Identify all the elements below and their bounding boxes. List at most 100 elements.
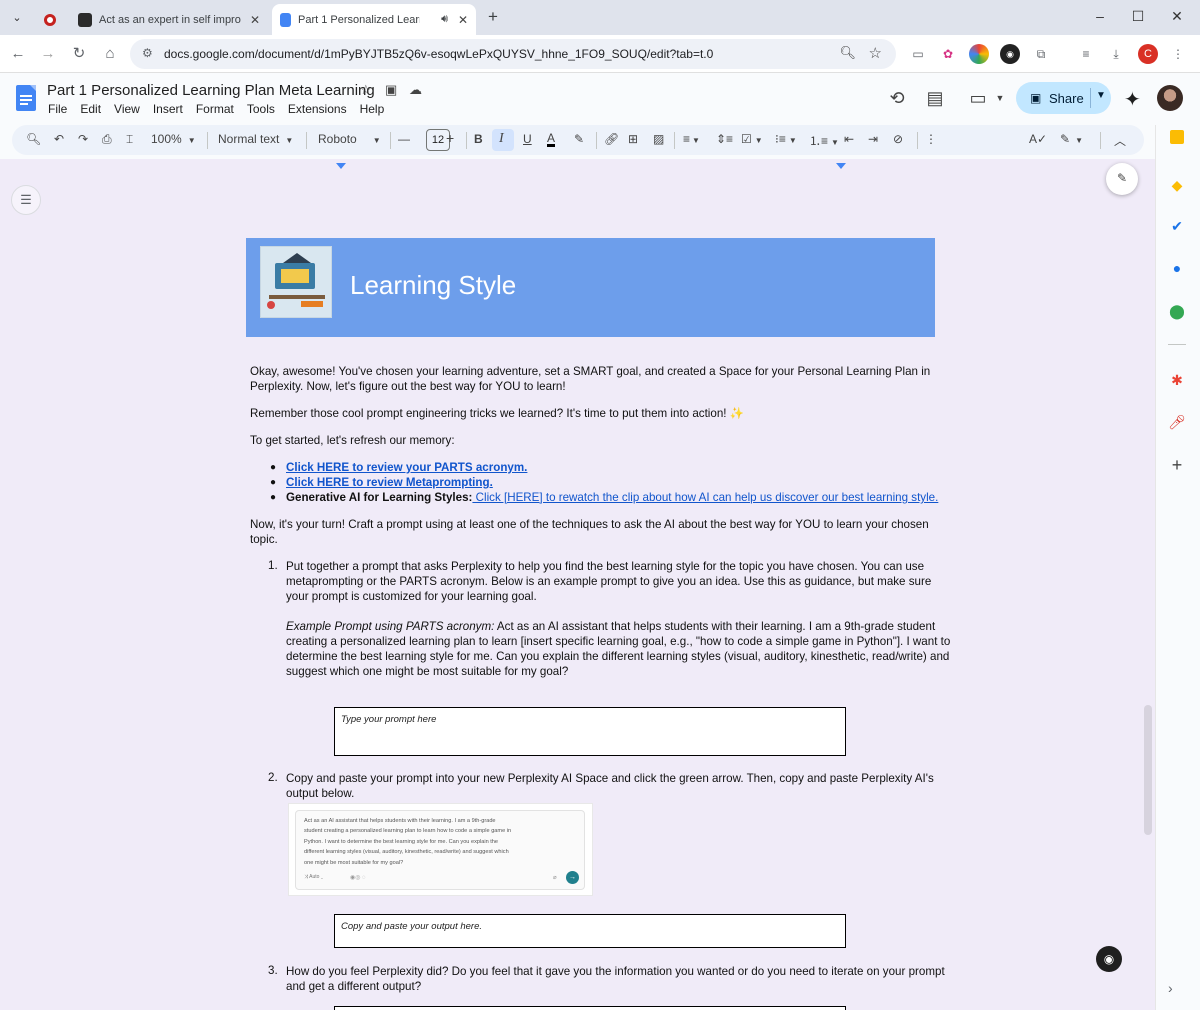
star-icon[interactable]: ☆ [360, 82, 372, 98]
metaprompting-link[interactable]: Click HERE to review Metaprompting. [286, 476, 493, 489]
bulleted-list-icon[interactable]: ⁝≡ ▼ [775, 132, 797, 146]
output-answer-box[interactable]: Copy and paste your output here. [334, 914, 846, 948]
tasks-icon[interactable]: ✔ [1167, 216, 1187, 236]
text-color-button[interactable]: A [547, 132, 556, 147]
underline-button[interactable]: U [523, 132, 532, 146]
menu-help[interactable]: Help [360, 102, 385, 116]
search-menus-icon[interactable]: 🔍︎ [26, 132, 41, 146]
parts-acronym-link[interactable]: Click HERE to review your PARTS acronym. [286, 461, 527, 474]
spellcheck-icon[interactable]: A✓ [1029, 132, 1047, 146]
close-window-icon[interactable]: ✕ [1167, 8, 1187, 25]
document-title[interactable]: Part 1 Personalized Learning Plan Meta L… [47, 82, 375, 99]
comments-icon[interactable]: ▤ [923, 88, 947, 109]
increase-font-size-icon[interactable]: + [446, 130, 454, 146]
font-select[interactable]: Roboto ▼ [318, 132, 381, 146]
menu-file[interactable]: File [48, 102, 67, 116]
extension-flower-icon[interactable]: ✿ [938, 44, 958, 64]
prompt-answer-box[interactable]: Type your prompt here [334, 707, 846, 756]
learning-style-clip-link[interactable]: Click [HERE] to rewatch the clip about h… [472, 491, 939, 504]
profile-avatar[interactable]: C [1138, 44, 1158, 64]
extension-cast-icon[interactable]: ▭ [908, 44, 928, 64]
asterisk-addon-icon[interactable]: ✱ [1167, 370, 1187, 390]
decrease-font-size-icon[interactable]: — [398, 132, 410, 146]
tab-pinned-record[interactable] [36, 4, 62, 35]
left-indent-marker-icon[interactable] [336, 163, 346, 169]
zoom-select[interactable]: 100% ▼ [151, 132, 196, 146]
italic-button[interactable]: I [499, 131, 504, 147]
add-comment-fab-icon[interactable]: ✎ [1106, 163, 1138, 195]
undo-icon[interactable]: ↶ [54, 132, 64, 146]
menu-format[interactable]: Format [196, 102, 234, 116]
extension-record-icon[interactable]: ◉ [1000, 44, 1020, 64]
docs-logo-icon[interactable] [16, 85, 36, 111]
tab-search-chevron-icon[interactable]: ⌄ [6, 6, 28, 28]
bookmark-star-icon[interactable]: ☆ [869, 44, 882, 62]
line-spacing-icon[interactable]: ⇕≡ [716, 132, 733, 146]
menu-edit[interactable]: Edit [80, 102, 101, 116]
add-addon-icon[interactable]: + [1167, 455, 1187, 475]
extension-color-icon[interactable] [969, 44, 989, 64]
tab-close-icon[interactable]: ✕ [458, 13, 468, 27]
move-folder-icon[interactable]: ▣ [385, 82, 397, 98]
tab-close-icon[interactable]: ✕ [250, 13, 260, 27]
numbered-list-icon[interactable]: ⒈≡ ▼ [809, 132, 839, 149]
chrome-menu-icon[interactable]: ⋮ [1168, 44, 1188, 64]
paint-format-icon[interactable]: ⌶ [126, 132, 133, 147]
zoom-icon[interactable]: 🔍︎ [839, 45, 856, 61]
menu-view[interactable]: View [114, 102, 140, 116]
reflection-answer-box[interactable] [334, 1006, 846, 1010]
insert-link-icon[interactable]: 🔗︎ [604, 132, 619, 146]
assistant-fab-icon[interactable]: ◉ [1096, 946, 1122, 972]
align-icon[interactable]: ≡ ▼ [683, 132, 700, 146]
share-button[interactable]: ▣ Share ▼ [1016, 82, 1111, 114]
back-icon[interactable]: ← [7, 43, 29, 65]
calendar-icon[interactable] [1170, 130, 1184, 144]
redo-icon[interactable]: ↷ [78, 132, 88, 146]
bold-button[interactable]: B [474, 132, 483, 146]
menu-extensions[interactable]: Extensions [288, 102, 347, 116]
tab-act-as-expert[interactable]: Act as an expert in self improve ✕ [70, 4, 268, 35]
menu-tools[interactable]: Tools [247, 102, 275, 116]
right-indent-marker-icon[interactable] [836, 163, 846, 169]
document-outline-icon[interactable]: ☰ [11, 185, 41, 215]
increase-indent-icon[interactable]: ⇥ [868, 132, 878, 146]
audio-playing-icon[interactable]: 🔊︎ [441, 13, 448, 26]
user-avatar[interactable] [1157, 85, 1183, 111]
highlight-pen-icon[interactable]: ✎ [574, 132, 584, 146]
media-queue-icon[interactable]: ≡ [1076, 44, 1096, 64]
chevron-down-icon[interactable]: ▼ [988, 93, 1012, 103]
vertical-scrollbar[interactable] [1144, 705, 1152, 835]
cloud-saved-icon[interactable]: ☁ [409, 82, 422, 98]
maps-icon[interactable]: ⬤ [1167, 301, 1187, 321]
maximize-icon[interactable]: ☐ [1128, 8, 1148, 25]
decrease-indent-icon[interactable]: ⇤ [844, 132, 854, 146]
add-comment-icon[interactable]: ⊞ [628, 132, 638, 146]
download-icon[interactable]: ⤓ [1106, 44, 1126, 64]
home-icon[interactable]: ⌂ [99, 43, 121, 65]
extensions-puzzle-icon[interactable]: ⧉ [1031, 44, 1051, 64]
checklist-icon[interactable]: ☑ ▼ [741, 132, 763, 146]
hide-menus-chevron-up-icon[interactable]: ︿ [1114, 132, 1126, 149]
minimize-icon[interactable]: – [1090, 8, 1110, 24]
new-tab-button[interactable]: + [482, 6, 504, 28]
meet-icon[interactable]: ▭ [966, 88, 990, 109]
reload-icon[interactable]: ↻ [68, 43, 90, 65]
editing-mode-icon[interactable]: ✎ ▼ [1060, 132, 1083, 146]
tab-part1-doc[interactable]: Part 1 Personalized Learning 🔊︎ ✕ [272, 4, 476, 35]
more-options-icon[interactable]: ⋮ [925, 132, 937, 146]
keep-icon[interactable]: ◆ [1167, 175, 1187, 195]
version-history-icon[interactable]: ⟲ [885, 88, 909, 109]
gemini-sparkle-icon[interactable]: ✦ [1124, 87, 1141, 112]
insert-image-icon[interactable]: ▨ [653, 132, 664, 146]
forward-icon[interactable]: → [37, 43, 59, 65]
style-select[interactable]: Normal text ▼ [218, 132, 293, 146]
site-info-icon[interactable]: ⚙ [142, 46, 158, 62]
print-icon[interactable]: ⎙ [102, 132, 112, 147]
contacts-icon[interactable]: ● [1167, 258, 1187, 278]
share-dropdown-icon[interactable]: ▼ [1096, 90, 1106, 101]
menu-insert[interactable]: Insert [153, 102, 183, 116]
clear-formatting-icon[interactable]: ⊘ [893, 132, 903, 146]
microphone-addon-icon[interactable]: 🎤︎ [1167, 412, 1187, 432]
expand-side-panel-chevron-icon[interactable]: › [1168, 980, 1173, 996]
address-bar[interactable]: ⚙ docs.google.com/document/d/1mPyBYJTB5z… [130, 39, 896, 69]
